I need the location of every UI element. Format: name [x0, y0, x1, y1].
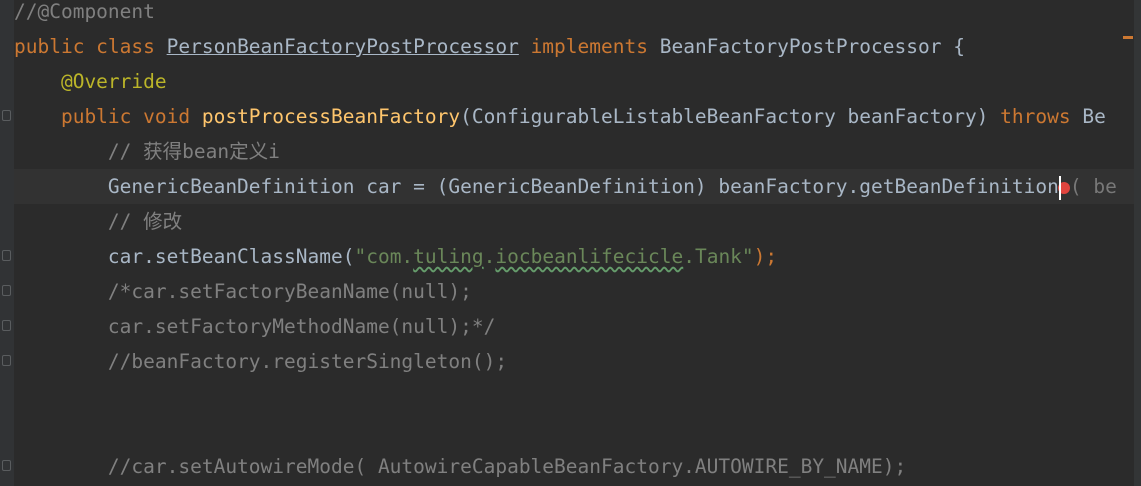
fold-toggle-icon[interactable] [2, 355, 11, 366]
code-token: //@Component [14, 0, 155, 23]
fold-toggle-icon[interactable] [2, 250, 11, 261]
code-token: tuling [413, 245, 484, 268]
code-token: (ConfigurableListableBeanFactory beanFac… [460, 105, 1001, 128]
code-token: . [483, 245, 496, 268]
code-token: // 修改 [14, 210, 183, 233]
code-line[interactable]: public void postProcessBeanFactory(Confi… [14, 99, 1106, 134]
code-token: @Override [14, 70, 167, 93]
fold-toggle-icon[interactable] [2, 320, 11, 331]
code-token: car.setFactoryMethodName(null);*/ [14, 315, 496, 338]
fold-toggle-icon[interactable] [2, 460, 11, 471]
code-line[interactable]: // 修改 [14, 204, 182, 239]
code-line[interactable]: car.setBeanClassName("com.tuling.iocbean… [14, 239, 777, 274]
code-line[interactable]: //car.setAutowireMode( AutowireCapableBe… [14, 449, 906, 484]
code-token: public void [14, 105, 202, 128]
code-token: iocbeanlifecicle [495, 245, 684, 268]
code-editor[interactable]: //@Component public class PersonBeanFacto… [0, 0, 1141, 486]
editor-scrollbar[interactable] [1134, 0, 1141, 486]
code-line[interactable]: GenericBeanDefinition car = (GenericBean… [14, 169, 1141, 204]
code-token: car.setBeanClassName( [14, 245, 355, 268]
code-line[interactable]: // 获得bean定义i [14, 134, 280, 169]
code-token: ); [753, 245, 778, 268]
code-token: PersonBeanFactoryPostProcessor [166, 35, 519, 58]
fold-toggle-icon[interactable] [2, 110, 11, 121]
code-token: BeanFactoryPostProcessor { [659, 35, 965, 58]
code-token: "com. [354, 245, 414, 268]
code-line[interactable]: /*car.setFactoryBeanName(null); [14, 274, 472, 309]
code-token: postProcessBeanFactory [201, 105, 461, 128]
code-token: GenericBeanDefinition car = (GenericBean… [14, 175, 1059, 198]
code-token: ( be [1069, 175, 1117, 198]
code-token: public class [14, 35, 167, 58]
code-line[interactable]: car.setFactoryMethodName(null);*/ [14, 309, 495, 344]
code-token: .Tank" [683, 245, 754, 268]
code-token: //car.setAutowireMode( AutowireCapableBe… [14, 455, 907, 478]
code-line[interactable]: public class PersonBeanFactoryPostProces… [14, 29, 965, 64]
code-token: // 获得bean定义i [14, 140, 280, 163]
code-line[interactable]: //beanFactory.registerSingleton(); [14, 344, 507, 379]
editor-gutter [0, 0, 14, 486]
code-token: throws [1000, 105, 1083, 128]
code-token: Be [1082, 105, 1106, 128]
fold-toggle-icon[interactable] [2, 285, 11, 296]
code-token: implements [518, 35, 660, 58]
code-token: //beanFactory.registerSingleton(); [14, 350, 508, 373]
code-line[interactable]: @Override [14, 64, 167, 99]
code-line[interactable]: //@Component [14, 0, 155, 29]
text-caret [1058, 175, 1061, 200]
warning-marker-icon[interactable] [1123, 36, 1133, 39]
code-token: /*car.setFactoryBeanName(null); [14, 280, 472, 303]
